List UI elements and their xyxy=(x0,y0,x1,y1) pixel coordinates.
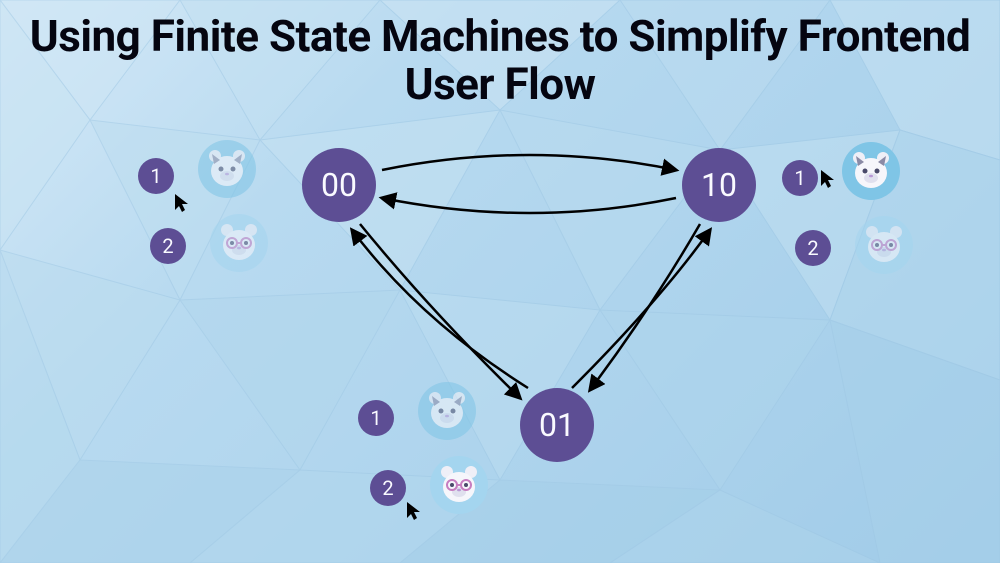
tiger-glasses-icon xyxy=(861,222,907,268)
right-avatar-2 xyxy=(855,216,913,274)
bottom-badge-2: 2 xyxy=(370,470,406,506)
bottom-avatar-2 xyxy=(430,456,488,514)
cursor-icon xyxy=(172,192,194,214)
cursor-icon xyxy=(404,500,426,522)
tiger-glasses-icon xyxy=(216,220,262,266)
tiger-icon xyxy=(424,388,470,434)
right-avatar-1 xyxy=(842,142,900,200)
tiger-icon xyxy=(204,146,250,192)
cursor-icon xyxy=(818,168,840,190)
state-label-01: 01 xyxy=(539,406,575,444)
left-avatar-2 xyxy=(210,214,268,272)
state-node-01: 01 xyxy=(520,388,594,462)
left-avatar-1 xyxy=(198,140,256,198)
page-title: Using Finite State Machines to Simplify … xyxy=(0,12,1000,109)
state-label-10: 10 xyxy=(701,166,737,204)
state-node-10: 10 xyxy=(682,148,756,222)
tiger-icon xyxy=(848,148,894,194)
left-badge-2: 2 xyxy=(150,228,186,264)
state-label-00: 00 xyxy=(321,166,357,204)
right-badge-1: 1 xyxy=(782,160,818,196)
right-badge-2: 2 xyxy=(795,230,831,266)
bottom-badge-1: 1 xyxy=(358,400,394,436)
left-badge-1: 1 xyxy=(138,158,174,194)
state-node-00: 00 xyxy=(302,148,376,222)
tiger-glasses-icon xyxy=(436,462,482,508)
bottom-avatar-1 xyxy=(418,382,476,440)
